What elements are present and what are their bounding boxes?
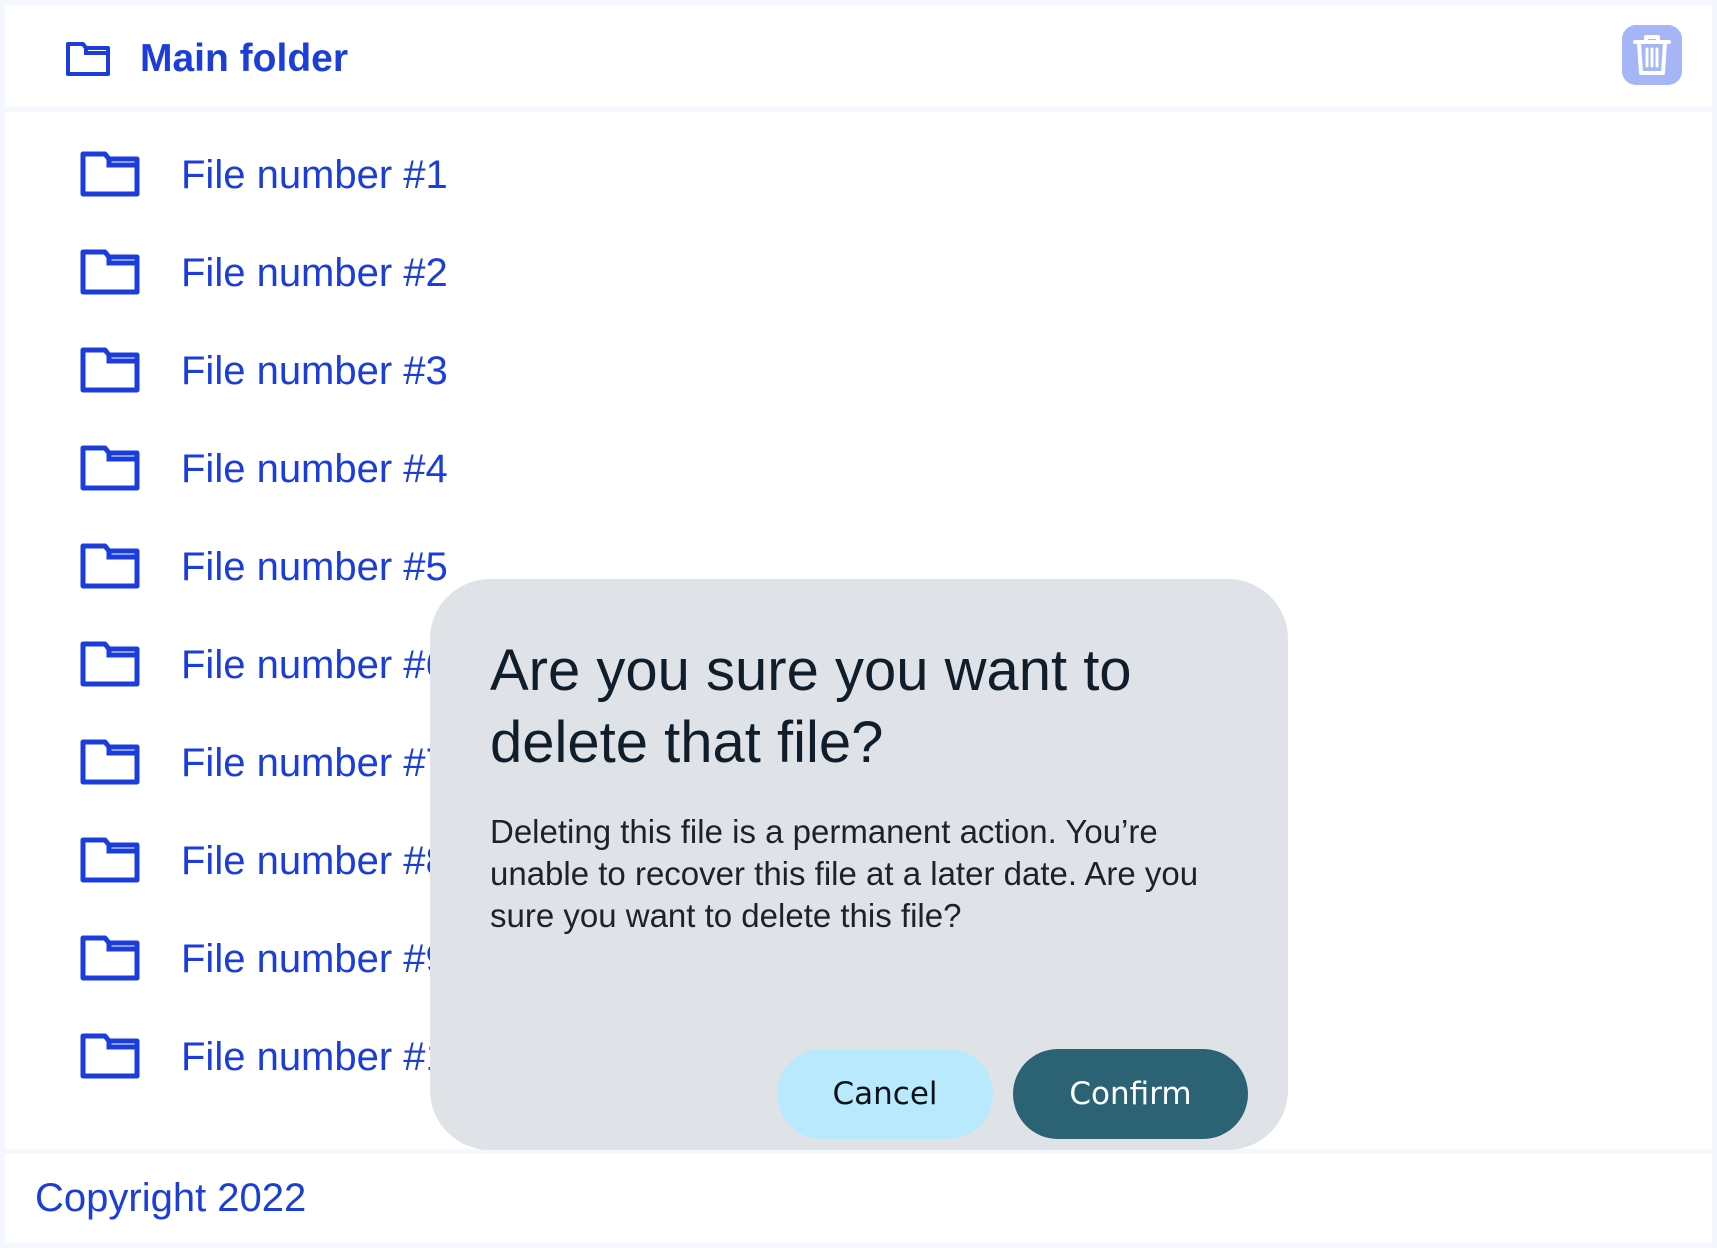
folder-icon — [80, 1033, 140, 1079]
copyright-text: Copyright 2022 — [35, 1176, 307, 1220]
file-label: File number #7 — [181, 741, 448, 785]
delete-button[interactable] — [1622, 25, 1682, 85]
folder-icon — [80, 347, 140, 393]
page-title: Main folder — [140, 37, 349, 80]
folder-icon — [66, 42, 110, 76]
header-bar: Main folder — [5, 5, 1712, 107]
delete-confirmation-dialog: Are you sure you want to delete that fil… — [430, 579, 1288, 1150]
list-item[interactable]: File number #4 — [5, 428, 605, 508]
dialog-title: Are you sure you want to delete that fil… — [490, 638, 1132, 775]
folder-icon — [80, 837, 140, 883]
file-label: File number #2 — [181, 251, 448, 295]
footer: Copyright 2022 — [5, 1154, 1712, 1243]
folder-icon — [80, 445, 140, 491]
file-label: File number #6 — [181, 643, 448, 687]
trash-icon — [1633, 35, 1671, 75]
folder-icon — [80, 151, 140, 197]
file-label: File number #4 — [181, 447, 448, 491]
list-item[interactable]: File number #3 — [5, 330, 605, 410]
file-label: File number #8 — [181, 839, 448, 883]
file-label: File number #9 — [181, 937, 448, 981]
folder-icon — [80, 641, 140, 687]
file-label: File number #10 — [181, 1035, 471, 1079]
cancel-button[interactable]: Cancel — [777, 1049, 993, 1139]
dialog-message: Deleting this file is a permanent action… — [490, 813, 1199, 934]
file-label: File number #3 — [181, 349, 448, 393]
confirm-button[interactable]: Confirm — [1013, 1049, 1248, 1139]
folder-icon — [80, 739, 140, 785]
list-item[interactable]: File number #1 — [5, 134, 605, 214]
file-label: File number #1 — [181, 153, 448, 197]
list-item[interactable]: File number #2 — [5, 232, 605, 312]
app: Main folder File number #1 File number #… — [0, 0, 1717, 1248]
file-label: File number #5 — [181, 545, 448, 589]
folder-icon — [80, 935, 140, 981]
folder-icon — [80, 543, 140, 589]
folder-icon — [80, 249, 140, 295]
